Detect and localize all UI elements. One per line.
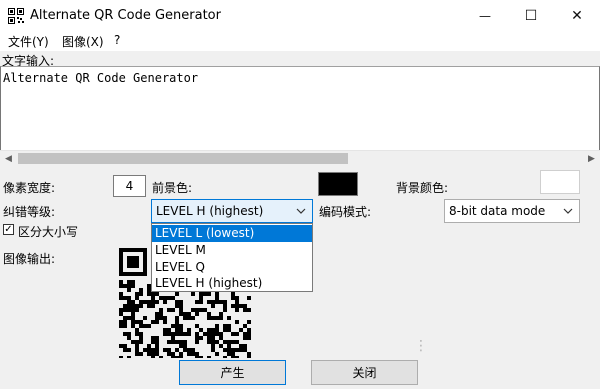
dropdown-option-level-m[interactable]: LEVEL M xyxy=(152,242,312,259)
error-correction-label: 纠错等级: xyxy=(3,205,56,219)
dropdown-option-level-l[interactable]: LEVEL L (lowest) xyxy=(152,225,312,242)
scrollbar-thumb[interactable] xyxy=(18,153,348,164)
minimize-button[interactable]: — xyxy=(462,0,508,31)
case-sensitive-label: 区分大小写 xyxy=(18,225,79,239)
case-sensitive-checkbox[interactable]: ✓ xyxy=(3,224,14,235)
maximize-icon: ☐ xyxy=(524,7,538,24)
maximize-button[interactable]: ☐ xyxy=(508,0,554,31)
foreground-color-label: 前景色: xyxy=(152,181,193,195)
encoding-mode-select[interactable]: 8-bit data mode xyxy=(444,199,580,223)
close-button[interactable]: 关闭 xyxy=(311,360,418,385)
chevron-down-icon xyxy=(293,203,309,219)
minimize-icon: — xyxy=(479,8,491,23)
encoding-mode-value: 8-bit data mode xyxy=(449,204,546,218)
menu-help[interactable]: ? xyxy=(114,33,120,47)
dropdown-option-level-q[interactable]: LEVEL Q xyxy=(152,259,312,276)
menu-image[interactable]: 图像(X) xyxy=(62,33,104,50)
pixel-width-label: 像素宽度: xyxy=(3,181,56,195)
image-output-label: 图像输出: xyxy=(3,252,56,266)
button-bar xyxy=(0,358,600,389)
qr-icon xyxy=(8,8,24,24)
error-correction-select[interactable]: LEVEL H (highest) xyxy=(151,199,313,223)
foreground-color-swatch[interactable] xyxy=(318,172,358,196)
error-correction-dropdown: LEVEL L (lowest) LEVEL M LEVEL Q LEVEL H… xyxy=(151,223,313,292)
background-color-label: 背景颜色: xyxy=(396,181,449,195)
scroll-left-icon[interactable]: ◀ xyxy=(0,150,17,167)
resize-grip-icon: ⋮ xyxy=(414,338,428,354)
close-window-button[interactable]: ✕ xyxy=(554,0,600,31)
close-icon: ✕ xyxy=(571,7,583,24)
dropdown-option-level-h[interactable]: LEVEL H (highest) xyxy=(152,275,312,292)
generate-button[interactable]: 产生 xyxy=(179,360,286,385)
error-correction-value: LEVEL H (highest) xyxy=(156,204,264,218)
encoding-mode-label: 编码模式: xyxy=(319,205,372,219)
scroll-right-icon[interactable]: ▶ xyxy=(583,150,600,167)
background-color-swatch[interactable] xyxy=(540,170,580,194)
window-title: Alternate QR Code Generator xyxy=(30,8,221,23)
pixel-width-input[interactable] xyxy=(113,175,146,197)
menu-file[interactable]: 文件(Y) xyxy=(8,33,49,50)
chevron-down-icon xyxy=(560,203,576,219)
